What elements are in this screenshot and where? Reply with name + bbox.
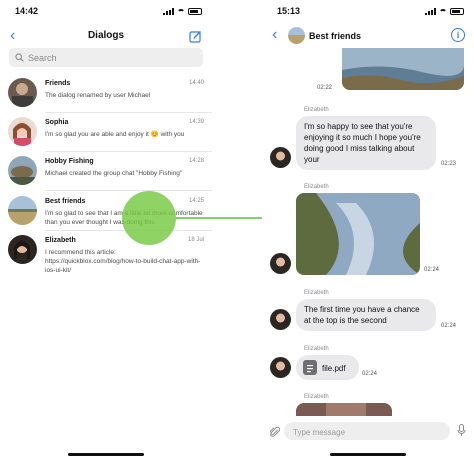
back-chevron-icon[interactable]: ‹ (272, 27, 277, 43)
nav-bar: ‹ Dialogs (0, 26, 212, 48)
battery-icon (450, 8, 464, 15)
dialog-name: Friends (45, 80, 71, 87)
search-icon (15, 53, 24, 62)
sender-name: Elizabeth (304, 107, 329, 113)
message-time: 02:24 (441, 323, 457, 329)
message-input[interactable] (293, 428, 443, 437)
avatar (270, 309, 291, 330)
avatar (8, 196, 37, 225)
message-time: 02:24 (424, 267, 440, 273)
dialog-name: Sophia (45, 119, 69, 126)
avatar (270, 357, 291, 378)
paperclip-icon[interactable] (269, 425, 281, 443)
microphone-icon[interactable] (457, 424, 466, 442)
sender-name: Elizabeth (304, 184, 329, 190)
home-indicator (330, 453, 406, 456)
avatar (270, 147, 291, 168)
chat-avatar (288, 27, 305, 44)
avatar (8, 78, 37, 107)
avatar (270, 253, 291, 274)
dialog-preview: The dialog renamed by user Michael (45, 92, 151, 99)
avatar (8, 156, 37, 185)
dialog-name: Hobby Fishing (45, 158, 94, 165)
dialog-name: Elizabeth (45, 237, 76, 244)
home-indicator (68, 453, 144, 456)
file-name: file.pdf (322, 364, 346, 373)
transition-arrow-icon (176, 213, 274, 223)
dialog-row-friends[interactable]: Friends 14:40 The dialog renamed by user… (0, 74, 212, 113)
chat-title: Best friends (309, 31, 362, 41)
tap-gesture-indicator (122, 191, 176, 245)
image-message[interactable] (296, 403, 392, 416)
dialogs-screen: 14:42 ‹ Dialogs Search Friends 14:40 The… (0, 0, 212, 463)
document-icon (303, 360, 317, 375)
page-title: Dialogs (87, 30, 125, 41)
message-time: 02:22 (317, 85, 333, 91)
avatar (8, 235, 37, 264)
message-input-bar (262, 420, 474, 442)
dialog-time: 14:39 (188, 119, 204, 125)
image-message[interactable] (296, 193, 420, 275)
search-placeholder: Search (28, 52, 57, 63)
wifi-icon (439, 8, 447, 15)
image-message[interactable] (342, 48, 464, 90)
search-input[interactable]: Search (9, 48, 203, 67)
dialog-time: 14:25 (188, 198, 204, 204)
dialog-row-elizabeth[interactable]: Elizabeth 18 Jul I recommend this articl… (0, 231, 212, 274)
status-bar: 14:42 (0, 6, 212, 20)
sender-name: Elizabeth (304, 394, 329, 400)
avatar (8, 117, 37, 146)
wifi-icon (177, 8, 185, 15)
dialog-time: 14:40 (188, 80, 204, 86)
dialog-time: 18 Jul (187, 237, 204, 243)
dialog-time: 14:28 (188, 158, 204, 164)
dialog-preview: I'm so glad you are able and enjoy it 😊 … (45, 131, 185, 138)
message-bubble[interactable]: I'm so happy to see that you're enjoying… (296, 116, 436, 170)
message-time: 02:24 (362, 371, 378, 377)
battery-icon (188, 8, 202, 15)
signal-icon (425, 8, 436, 15)
message-time: 02:23 (441, 161, 457, 167)
status-time: 14:42 (15, 6, 39, 16)
dialog-row-hobby-fishing[interactable]: Hobby Fishing 14:28 Michael created the … (0, 152, 212, 191)
dialog-row-sophia[interactable]: Sophia 14:39 I'm so glad you are able an… (0, 113, 212, 152)
file-message[interactable]: file.pdf (296, 355, 359, 380)
message-thread[interactable]: 02:22 Elizabeth I'm so happy to see that… (262, 48, 474, 416)
dialog-preview: Michael created the group chat "Hobby Fi… (45, 170, 183, 177)
dialog-preview: I recommend this article: https://quickb… (45, 249, 201, 274)
status-time: 15:13 (277, 6, 301, 16)
compose-icon[interactable] (189, 30, 202, 48)
dialog-name: Best friends (45, 198, 86, 205)
status-bar: 15:13 (262, 6, 474, 20)
signal-icon (163, 8, 174, 15)
chat-screen: 15:13 ‹ Best friends i 02:22 Elizabeth I… (262, 0, 474, 463)
message-bubble[interactable]: The first time you have a chance at the … (296, 299, 436, 331)
info-icon[interactable]: i (451, 28, 465, 42)
message-field[interactable] (284, 422, 450, 440)
sender-name: Elizabeth (304, 290, 329, 296)
sender-name: Elizabeth (304, 346, 329, 352)
